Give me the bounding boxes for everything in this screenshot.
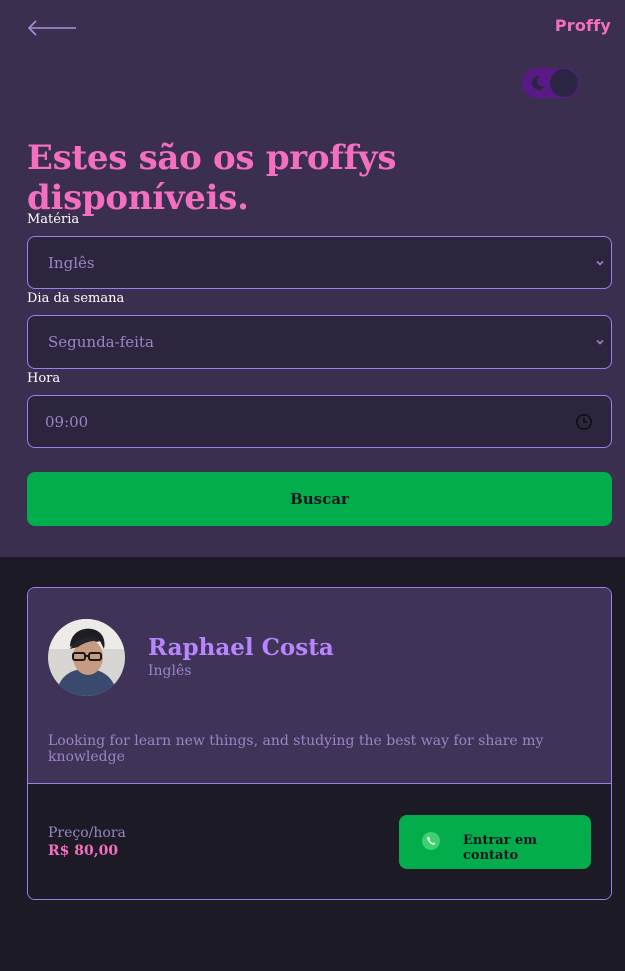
teacher-subject: Inglês <box>148 663 192 679</box>
moon-icon <box>531 75 545 90</box>
search-button[interactable]: Buscar <box>27 472 612 526</box>
theme-toggle[interactable] <box>522 68 579 98</box>
time-label: Hora <box>27 371 61 386</box>
time-input-value: 09:00 <box>45 413 89 431</box>
clock-icon[interactable] <box>575 413 593 431</box>
page-header: Proffy Estes são os proffys disponíveis.… <box>0 0 625 557</box>
teacher-bio: Looking for learn new things, and studyi… <box>48 733 544 765</box>
page-title: Estes são os proffys disponíveis. <box>27 138 397 218</box>
time-input[interactable]: 09:00 <box>27 395 612 448</box>
subject-select[interactable]: Inglês <box>27 236 612 289</box>
weekday-select-value: Segunda-feita <box>48 333 154 351</box>
teacher-card-footer: Preço/hora R$ 80,00 Entrar em contato <box>28 784 611 899</box>
subject-select-value: Inglês <box>48 254 95 272</box>
whatsapp-icon <box>422 832 440 850</box>
contact-button-label: Entrar em contato <box>463 833 538 863</box>
contact-button[interactable]: Entrar em contato <box>399 815 591 869</box>
arrow-left-icon[interactable] <box>27 18 77 38</box>
chevron-down-icon <box>596 260 604 266</box>
subject-label: Matéria <box>27 212 80 227</box>
price-value: R$ 80,00 <box>48 843 119 859</box>
teacher-card-header: Raphael Costa Inglês Looking for learn n… <box>28 588 611 784</box>
weekday-label: Dia da semana <box>27 291 125 306</box>
avatar <box>48 619 125 696</box>
toggle-knob <box>550 69 578 97</box>
teacher-card: Raphael Costa Inglês Looking for learn n… <box>27 587 612 900</box>
chevron-down-icon <box>596 339 604 345</box>
weekday-select[interactable]: Segunda-feita <box>27 315 612 369</box>
teacher-name: Raphael Costa <box>148 634 334 661</box>
proffy-logo[interactable]: Proffy <box>555 16 611 35</box>
price-label: Preço/hora <box>48 825 126 841</box>
